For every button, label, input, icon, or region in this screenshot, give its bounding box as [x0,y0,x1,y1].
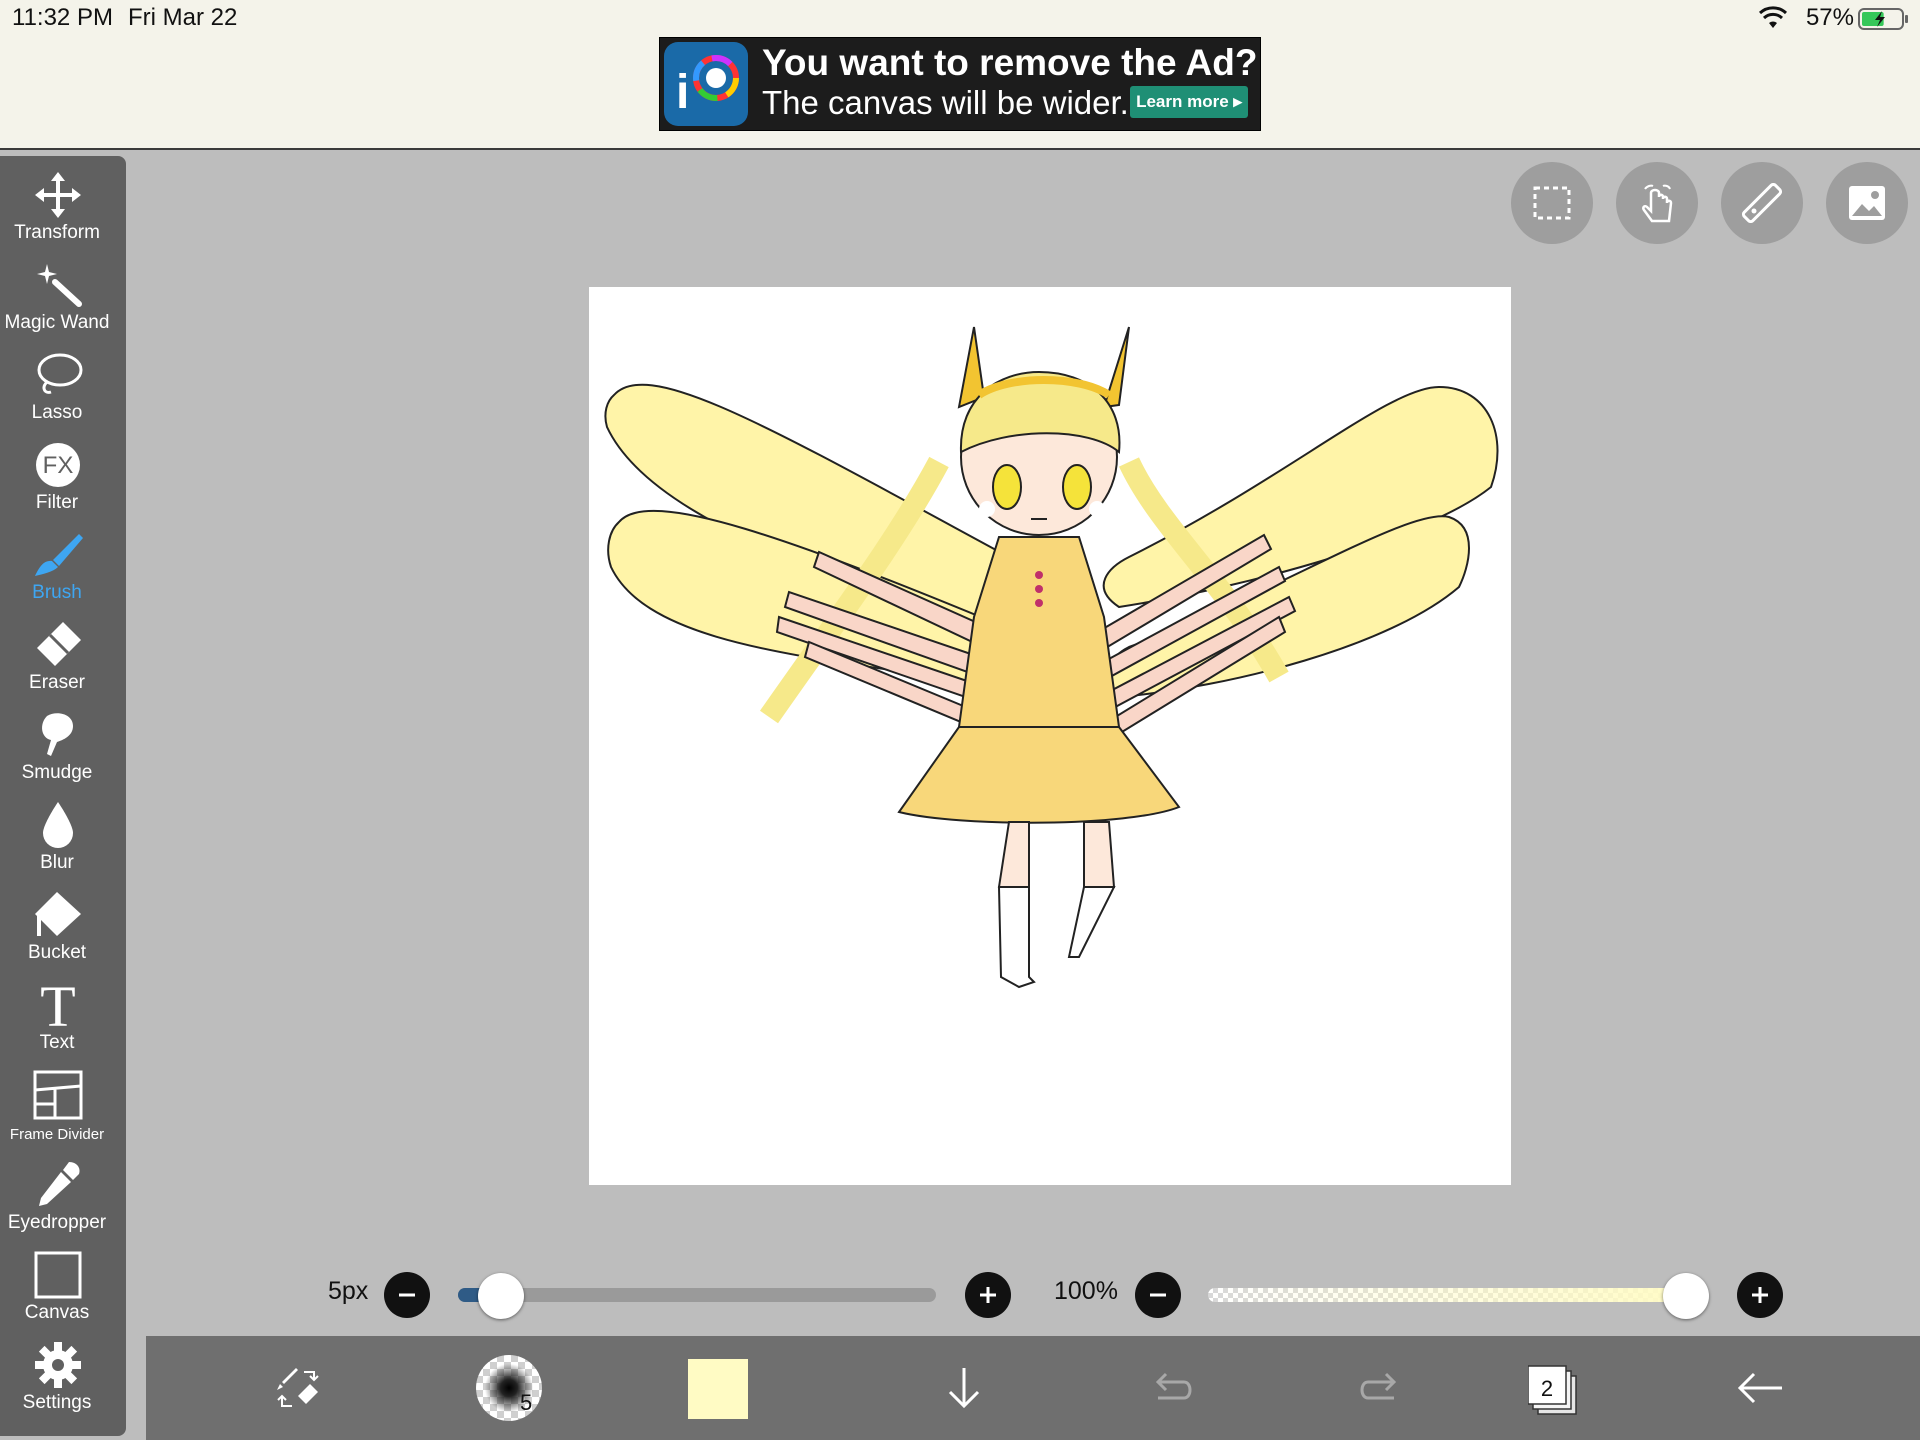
status-date: Fri Mar 22 [128,4,238,31]
ad-subtitle: The canvas will be wider. [762,84,1129,121]
tool-label: Eyedropper [7,1212,107,1233]
learn-more-label: Learn more [1136,92,1229,111]
tool-label: Eraser [29,672,85,693]
tool-label: Blur [40,852,74,873]
tool-eraser[interactable]: Eraser [0,616,126,706]
brush-icon [35,534,83,576]
redo-icon [1360,1372,1397,1400]
tool-label: Smudge [21,762,93,783]
brush-size-thumb[interactable] [478,1273,525,1319]
opacity-thumb[interactable] [1663,1273,1709,1319]
quick-tool-swap-button[interactable] [250,1336,346,1440]
canvas-icon [34,1251,82,1299]
text-icon: T [40,980,75,1030]
brush-size-increase-button[interactable] [965,1272,1011,1318]
drop-icon [43,802,73,848]
tool-bucket[interactable]: Bucket [0,886,126,976]
minus-icon [1150,1293,1166,1297]
tool-label: Frame Divider [9,1126,105,1143]
reference-image-button[interactable] [1826,162,1908,244]
tool-label: Canvas [24,1302,90,1323]
brush-size-slider[interactable] [458,1288,936,1302]
tool-smudge[interactable]: Smudge [0,706,126,796]
artwork-illustration [604,326,1499,989]
brush-size-label: 5px [328,1277,369,1305]
back-button[interactable] [1712,1336,1808,1440]
tool-canvas[interactable]: Canvas [0,1246,126,1336]
smudge-icon [42,713,73,756]
ad-title: You want to remove the Ad? [762,42,1258,83]
svg-text:FX: FX [43,452,74,479]
status-time: 11:32 PM [12,4,113,31]
lasso-icon [37,353,83,394]
minus-icon [399,1293,415,1297]
image-icon [1849,186,1885,220]
tool-label: Lasso [31,402,83,423]
bottom-toolbar [146,1336,1920,1440]
tool-brush[interactable]: Brush [0,526,126,616]
svg-text:i: i [676,66,689,119]
hand-icon [1642,184,1673,223]
fx-icon: FX [36,443,80,487]
battery-icon [1858,8,1908,30]
brush-size-decrease-button[interactable] [384,1272,430,1318]
selection-button[interactable] [1511,162,1593,244]
tool-sidebar: Transform Magic Wand Lasso FX Filter Bru… [0,156,126,1436]
plus-icon [980,1287,996,1303]
plus-icon [1752,1287,1768,1303]
redo-button[interactable] [1332,1336,1428,1440]
tool-label: Brush [32,582,82,603]
tool-transform[interactable]: Transform [0,166,126,256]
ibis-logo-icon: i [664,42,748,126]
tool-label: Bucket [27,942,87,963]
eraser-icon [37,622,81,666]
hand-button[interactable] [1616,162,1698,244]
eyedropper-icon [39,1162,80,1206]
opacity-label: 100% [1054,1277,1118,1305]
opacity-increase-button[interactable] [1737,1272,1783,1318]
bucket-icon [35,892,81,936]
tool-filter[interactable]: FX Filter [0,436,126,526]
learn-more-button[interactable]: Learn more ▸ [1130,86,1248,118]
brush-eraser-swap-icon [277,1368,319,1407]
tool-settings[interactable]: Settings [0,1336,126,1426]
selection-icon [1533,186,1571,220]
arrow-down-icon [948,1368,980,1409]
gear-icon [35,1342,81,1388]
battery-percent: 57% [1805,4,1854,31]
tool-label: Magic Wand [4,312,110,333]
tool-eyedropper[interactable]: Eyedropper [0,1156,126,1246]
wifi-icon [1758,6,1788,28]
tool-label: Transform [14,222,100,243]
opacity-gradient [1208,1288,1696,1302]
undo-icon [1155,1372,1192,1400]
svg-text:T: T [40,980,75,1030]
move-down-button[interactable] [916,1336,1012,1440]
arrow-left-icon [1737,1372,1782,1404]
tool-lasso[interactable]: Lasso [0,346,126,436]
magic-wand-icon [37,264,82,307]
tool-label: Text [39,1032,75,1053]
ruler-icon [1742,183,1782,223]
color-picker-button[interactable] [688,1359,748,1419]
opacity-slider[interactable] [1208,1288,1696,1302]
tool-text[interactable]: T Text [0,976,126,1066]
undo-button[interactable] [1124,1336,1220,1440]
opacity-decrease-button[interactable] [1135,1272,1181,1318]
tool-label: Settings [22,1392,92,1413]
ad-banner[interactable]: i You want to remove the Ad? The canvas … [660,38,1260,130]
tool-blur[interactable]: Blur [0,796,126,886]
tool-label: Filter [35,492,79,513]
frame-divider-icon [33,1070,83,1120]
brush-number: 5 [520,1390,533,1415]
drawing-canvas[interactable] [589,287,1511,1185]
layer-count: 2 [1540,1376,1554,1401]
tool-frame-divider[interactable]: Frame Divider [0,1066,126,1156]
ruler-button[interactable] [1721,162,1803,244]
tool-magic-wand[interactable]: Magic Wand [0,256,126,346]
move-arrows-icon [35,172,81,218]
